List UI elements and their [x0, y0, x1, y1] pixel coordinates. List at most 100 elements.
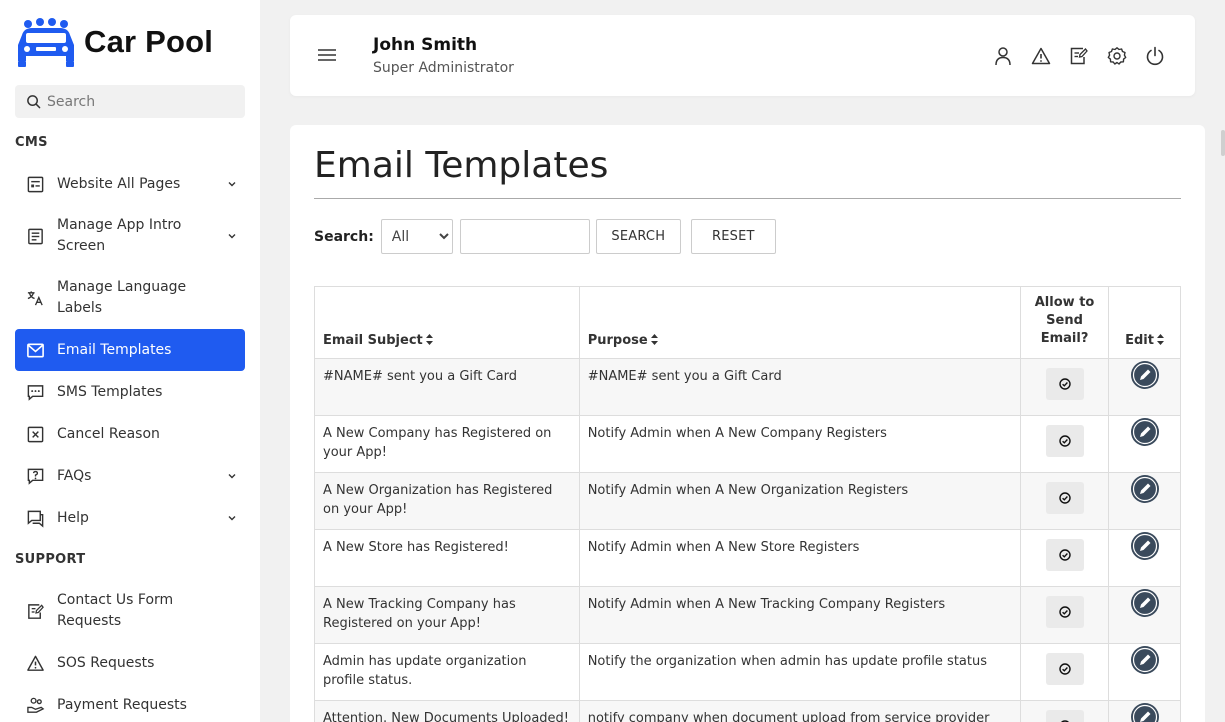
allow-send-toggle[interactable] — [1045, 653, 1084, 685]
sidebar-item-cancel-reason[interactable]: Cancel Reason — [15, 420, 245, 448]
edit-button[interactable] — [1130, 702, 1160, 722]
table-row: A New Store has Registered! Notify Admin… — [314, 529, 1181, 587]
sidebar-item-label: Help — [57, 509, 89, 526]
sidebar-search-input[interactable] — [47, 93, 227, 110]
edit-button[interactable] — [1130, 531, 1160, 561]
allow-send-toggle[interactable] — [1045, 596, 1084, 628]
chevron-down-icon — [228, 474, 236, 479]
sidebar-search[interactable] — [15, 85, 245, 118]
purpose-cell: Notify Admin when A New Tracking Company… — [578, 586, 1022, 644]
email-subject-cell: A New Company has Registered on your App… — [314, 415, 580, 473]
email-subject-cell: Admin has update organization profile st… — [314, 643, 580, 701]
sidebar-item-website-all-pages[interactable]: Website All Pages — [15, 170, 245, 198]
check-circle-icon — [1058, 435, 1071, 447]
warning-icon[interactable] — [1031, 45, 1051, 67]
cancel-icon — [25, 424, 45, 444]
allow-send-toggle[interactable] — [1045, 482, 1084, 514]
sidebar-item-sos-requests[interactable]: SOS Requests — [15, 649, 245, 677]
column-header-email-subject[interactable]: Email Subject — [314, 286, 580, 359]
table-row: Admin has update organization profile st… — [314, 643, 1181, 701]
help-icon — [25, 508, 45, 528]
content-card: Email Templates Search: All SEARCH RESET… — [290, 125, 1205, 722]
search-label: Search: — [314, 228, 374, 245]
brand[interactable]: Car Pool — [0, 0, 260, 84]
edit-cell — [1108, 472, 1181, 530]
sidebar-item-label: SMS Templates — [57, 383, 163, 400]
sidebar-item-label: SOS Requests — [57, 654, 155, 671]
search-keyword-input[interactable] — [459, 219, 590, 254]
hamburger-menu-icon[interactable] — [318, 49, 336, 61]
sidebar-item-help[interactable]: Help — [15, 504, 245, 532]
section-label-cms: CMS — [15, 135, 48, 150]
column-header-edit[interactable]: Edit — [1108, 286, 1181, 359]
edit-button[interactable] — [1130, 417, 1160, 447]
pencil-icon — [1130, 646, 1159, 674]
check-circle-icon — [1058, 549, 1071, 561]
sidebar-item-label: Manage App Intro Screen — [57, 217, 182, 254]
user-profile-icon[interactable] — [993, 45, 1013, 67]
chevron-down-icon — [228, 182, 236, 187]
allow-send-toggle[interactable] — [1045, 368, 1084, 400]
sidebar-item-sms-templates[interactable]: SMS Templates — [15, 378, 245, 406]
allow-send-toggle[interactable] — [1045, 710, 1084, 722]
reset-button[interactable]: RESET — [690, 219, 776, 254]
allow-send-cell — [1020, 700, 1110, 722]
edit-button[interactable] — [1130, 360, 1160, 390]
sidebar: Car Pool CMS Website All Pages Manage Ap… — [0, 0, 260, 722]
edit-cell — [1108, 700, 1181, 722]
sms-icon — [25, 382, 45, 402]
chevron-down-icon — [228, 234, 236, 239]
gear-icon[interactable] — [1107, 45, 1127, 67]
edit-cell — [1108, 415, 1181, 473]
header-actions — [993, 45, 1165, 67]
sidebar-item-manage-app-intro-screen[interactable]: Manage App Intro Screen — [15, 214, 245, 258]
edit-cell — [1108, 643, 1181, 701]
edit-button[interactable] — [1130, 645, 1160, 675]
table-row: A New Organization has Registered on you… — [314, 472, 1181, 530]
mail-icon — [25, 340, 45, 360]
user-name: John Smith — [373, 35, 478, 55]
allow-send-cell — [1020, 358, 1110, 416]
allow-send-cell — [1020, 586, 1110, 644]
table-row: #NAME# sent you a Gift Card #NAME# sent … — [314, 358, 1181, 416]
table-row: A New Company has Registered on your App… — [314, 415, 1181, 473]
sidebar-item-label: Email Templates — [57, 341, 172, 358]
payment-icon — [25, 695, 45, 715]
purpose-cell: Notify Admin when A New Company Register… — [578, 415, 1022, 473]
power-logout-icon[interactable] — [1145, 45, 1165, 67]
table-header-row: Email Subject Purpose Allow to Send Emai… — [314, 286, 1181, 359]
sidebar-item-manage-language-labels[interactable]: Manage Language Labels — [15, 276, 245, 320]
edit-button[interactable] — [1130, 474, 1160, 504]
edit-form-icon[interactable] — [1069, 45, 1089, 67]
edit-cell — [1108, 358, 1181, 416]
allow-send-cell — [1020, 529, 1110, 587]
contact-form-icon — [25, 601, 45, 621]
column-header-purpose[interactable]: Purpose — [578, 286, 1022, 359]
pencil-icon — [1130, 703, 1159, 722]
pencil-icon — [1130, 361, 1159, 389]
car-pool-logo-icon — [18, 18, 74, 67]
chevron-down-icon — [228, 516, 236, 521]
page-scrollbar[interactable] — [1221, 130, 1225, 156]
page-title: Email Templates — [314, 145, 609, 186]
purpose-cell: Notify Admin when A New Organization Reg… — [578, 472, 1022, 530]
allow-send-toggle[interactable] — [1045, 539, 1084, 571]
purpose-cell: Notify Admin when A New Store Registers — [578, 529, 1022, 587]
search-button[interactable]: SEARCH — [595, 219, 681, 254]
allow-send-toggle[interactable] — [1045, 425, 1084, 457]
edit-cell — [1108, 529, 1181, 587]
sidebar-item-contact-us-form-requests[interactable]: Contact Us Form Requests — [15, 589, 245, 633]
edit-button[interactable] — [1130, 588, 1160, 618]
sort-icon — [650, 334, 658, 345]
sidebar-item-email-templates[interactable]: Email Templates — [15, 329, 245, 371]
email-subject-cell: Attention. New Documents Uploaded! — [314, 700, 580, 722]
sidebar-item-label: Contact Us Form Requests — [57, 592, 174, 629]
search-filter-select[interactable]: All — [380, 219, 453, 254]
faq-icon — [25, 466, 45, 486]
edit-cell — [1108, 586, 1181, 644]
sidebar-item-label: Manage Language Labels — [57, 279, 187, 316]
check-circle-icon — [1058, 663, 1071, 675]
sidebar-item-payment-requests[interactable]: Payment Requests — [15, 691, 245, 719]
sidebar-item-faqs[interactable]: FAQs — [15, 462, 245, 490]
sort-icon — [425, 334, 433, 345]
